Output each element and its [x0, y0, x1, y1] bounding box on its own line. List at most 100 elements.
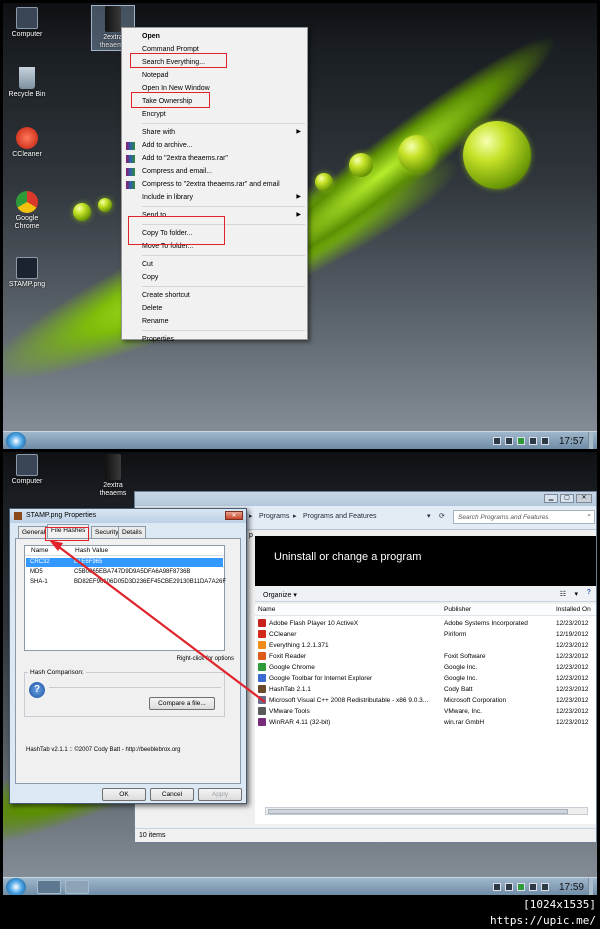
desktop-icon-recycle-bin[interactable]: Recycle Bin — [5, 67, 49, 99]
compare-file-button[interactable]: Compare a file... — [149, 697, 215, 710]
breadcrumb-arrow-icon: ▸ — [249, 513, 253, 520]
hash-row[interactable]: SHA-1 BD82EF96106D05D3D236EF45CBE29130B11… — [26, 578, 226, 587]
column-header-installed-on[interactable]: Installed On — [556, 604, 591, 615]
context-menu-item[interactable]: Add to "2extra theaems.rar" — [122, 152, 307, 165]
program-row[interactable]: HashTab 2.1.1 Cody Batt 12/23/2012 — [255, 684, 596, 695]
maximize-button[interactable]: ▢ — [560, 494, 574, 503]
context-menu-item[interactable]: Delete — [122, 302, 307, 315]
program-row[interactable]: Google Chrome Google Inc. 12/23/2012 — [255, 662, 596, 673]
desktop-icon-stamp-png[interactable]: STAMP.png — [5, 257, 49, 289]
program-row[interactable]: CCleaner Piriform 12/19/2012 — [255, 629, 596, 640]
search-input[interactable]: Search Programs and Features ⌕ — [453, 510, 595, 524]
close-button[interactable]: ✕ — [576, 494, 592, 503]
breadcrumb-programs[interactable]: Programs — [259, 513, 289, 520]
program-list: Name Publisher Installed On Adobe Flash … — [255, 604, 596, 824]
hash-comparison-input[interactable] — [49, 684, 221, 688]
show-desktop-button[interactable] — [588, 878, 593, 895]
desktop-icon-2extra-theaems[interactable]: 2extra theaems — [91, 454, 135, 498]
tray-volume-icon[interactable] — [540, 437, 549, 445]
context-menu-item[interactable]: Include in library ▶ — [122, 191, 307, 204]
system-tray: 17:57 — [492, 432, 593, 449]
breadcrumb-programs-and-features[interactable]: Programs and Features — [303, 513, 377, 520]
context-menu-item[interactable]: Notepad — [122, 69, 307, 82]
context-menu-item[interactable]: Share with ▶ — [122, 126, 307, 139]
program-row[interactable]: Microsoft Visual C++ 2008 Redistributabl… — [255, 695, 596, 706]
desktop-icon-computer[interactable]: Computer — [5, 7, 49, 39]
right-click-hint: Right-click for options — [176, 656, 234, 662]
clock[interactable]: 17:59 — [559, 882, 584, 893]
context-menu-item[interactable]: Add to archive... — [122, 139, 307, 152]
context-menu-item[interactable]: Compress to "2extra theaems.rar" and ema… — [122, 178, 307, 191]
context-menu-item[interactable]: Rename — [122, 315, 307, 328]
taskbar-app-explorer[interactable] — [65, 880, 89, 894]
close-button[interactable]: ✕ — [225, 511, 243, 520]
ccleaner-icon — [16, 127, 38, 149]
tray-monitor-icon[interactable] — [528, 883, 537, 891]
desktop-icon-google-chrome[interactable]: Google Chrome — [5, 191, 49, 231]
taskbar: 17:59 — [3, 877, 597, 895]
computer-icon — [16, 7, 38, 29]
taskbar-app-control-panel[interactable] — [37, 880, 61, 894]
taskbar: 17:57 — [3, 431, 597, 449]
view-options-icon[interactable]: ☷ — [560, 590, 566, 598]
tray-app-icon[interactable] — [492, 883, 501, 891]
tray-flag-icon[interactable] — [516, 437, 525, 445]
program-row[interactable]: Foxit Reader Foxit Software 12/23/2012 — [255, 651, 596, 662]
context-menu-item[interactable]: Create shortcut — [122, 289, 307, 302]
dialog-title: STAMP.png Properties — [26, 512, 97, 519]
context-menu-item[interactable]: Copy — [122, 271, 307, 284]
window-titlebar: ▁ ▢ ✕ — [135, 492, 596, 506]
tray-flag-icon[interactable] — [516, 883, 525, 891]
horizontal-scrollbar[interactable] — [265, 807, 588, 815]
context-menu-item[interactable]: Compress and email... — [122, 165, 307, 178]
column-header-name[interactable]: Name — [258, 604, 275, 615]
desktop-screenshot-bottom: Computer 2extra theaems ▁ ▢ ✕ ▸ Programs… — [3, 452, 597, 895]
program-row[interactable]: Adobe Flash Player 10 ActiveX Adobe Syste… — [255, 618, 596, 629]
view-dropdown-icon[interactable]: ▾ — [574, 590, 578, 598]
clock[interactable]: 17:57 — [559, 436, 584, 447]
wallpaper-ball — [73, 203, 91, 221]
search-icon[interactable]: ⌕ — [587, 512, 591, 520]
program-row[interactable]: VMware Tools VMware, Inc. 12/23/2012 — [255, 706, 596, 717]
program-row[interactable]: WinRAR 4.11 (32-bit) win.rar GmbH 12/23/20… — [255, 717, 596, 728]
minimize-button[interactable]: ▁ — [544, 494, 558, 503]
tray-app-icon[interactable] — [492, 437, 501, 445]
column-header-name[interactable]: Name — [31, 547, 48, 554]
organize-button[interactable]: Organize ▾ — [263, 591, 297, 599]
tray-monitor-icon[interactable] — [528, 437, 537, 445]
dropdown-chevron-icon[interactable]: ▾ — [427, 512, 431, 520]
context-menu-item[interactable]: Properties — [122, 333, 307, 346]
show-desktop-button[interactable] — [588, 432, 593, 449]
program-row[interactable]: Everything 1.2.1.371 12/23/2012 — [255, 640, 596, 651]
hash-row[interactable]: MD5 C5B0065EBA747D9D9A5DFA6A98F8736B — [26, 568, 223, 577]
start-button[interactable] — [6, 878, 26, 895]
column-header-publisher[interactable]: Publisher — [444, 604, 471, 615]
context-menu-item[interactable]: Cut — [122, 258, 307, 271]
context-menu-item[interactable]: Open — [122, 30, 307, 43]
folder-icon — [105, 6, 121, 32]
cancel-button[interactable]: Cancel — [150, 788, 194, 801]
tray-volume-icon[interactable] — [540, 883, 549, 891]
tab-details[interactable]: Details — [118, 526, 146, 538]
properties-dialog: STAMP.png Properties ✕ General File Hashe… — [9, 508, 247, 804]
apply-button[interactable]: Apply — [198, 788, 242, 801]
hash-row[interactable]: CRC32 B1E6F965 — [26, 558, 223, 567]
tray-network-icon[interactable] — [504, 883, 513, 891]
page-heading: Uninstall or change a program — [274, 551, 422, 563]
program-row[interactable]: Google Toolbar for Internet Explorer Goog… — [255, 673, 596, 684]
help-icon[interactable]: ? — [587, 589, 591, 596]
hashtab-footer: HashTab v2.1.1 :: ©2007 Cody Batt - http… — [26, 747, 181, 753]
desktop-icon-ccleaner[interactable]: CCleaner — [5, 127, 49, 159]
recycle-bin-icon — [19, 67, 35, 89]
column-header-hash-value[interactable]: Hash Value — [75, 547, 108, 554]
program-icon — [258, 696, 266, 705]
start-button[interactable] — [6, 432, 26, 449]
refresh-icon[interactable]: ⟳ — [439, 512, 445, 520]
context-menu-item[interactable]: Encrypt — [122, 108, 307, 121]
wallpaper-ball — [349, 153, 373, 177]
folder-icon — [105, 454, 121, 480]
scrollbar-thumb[interactable] — [268, 809, 568, 814]
ok-button[interactable]: OK — [102, 788, 146, 801]
tray-network-icon[interactable] — [504, 437, 513, 445]
desktop-icon-computer[interactable]: Computer — [5, 454, 49, 486]
